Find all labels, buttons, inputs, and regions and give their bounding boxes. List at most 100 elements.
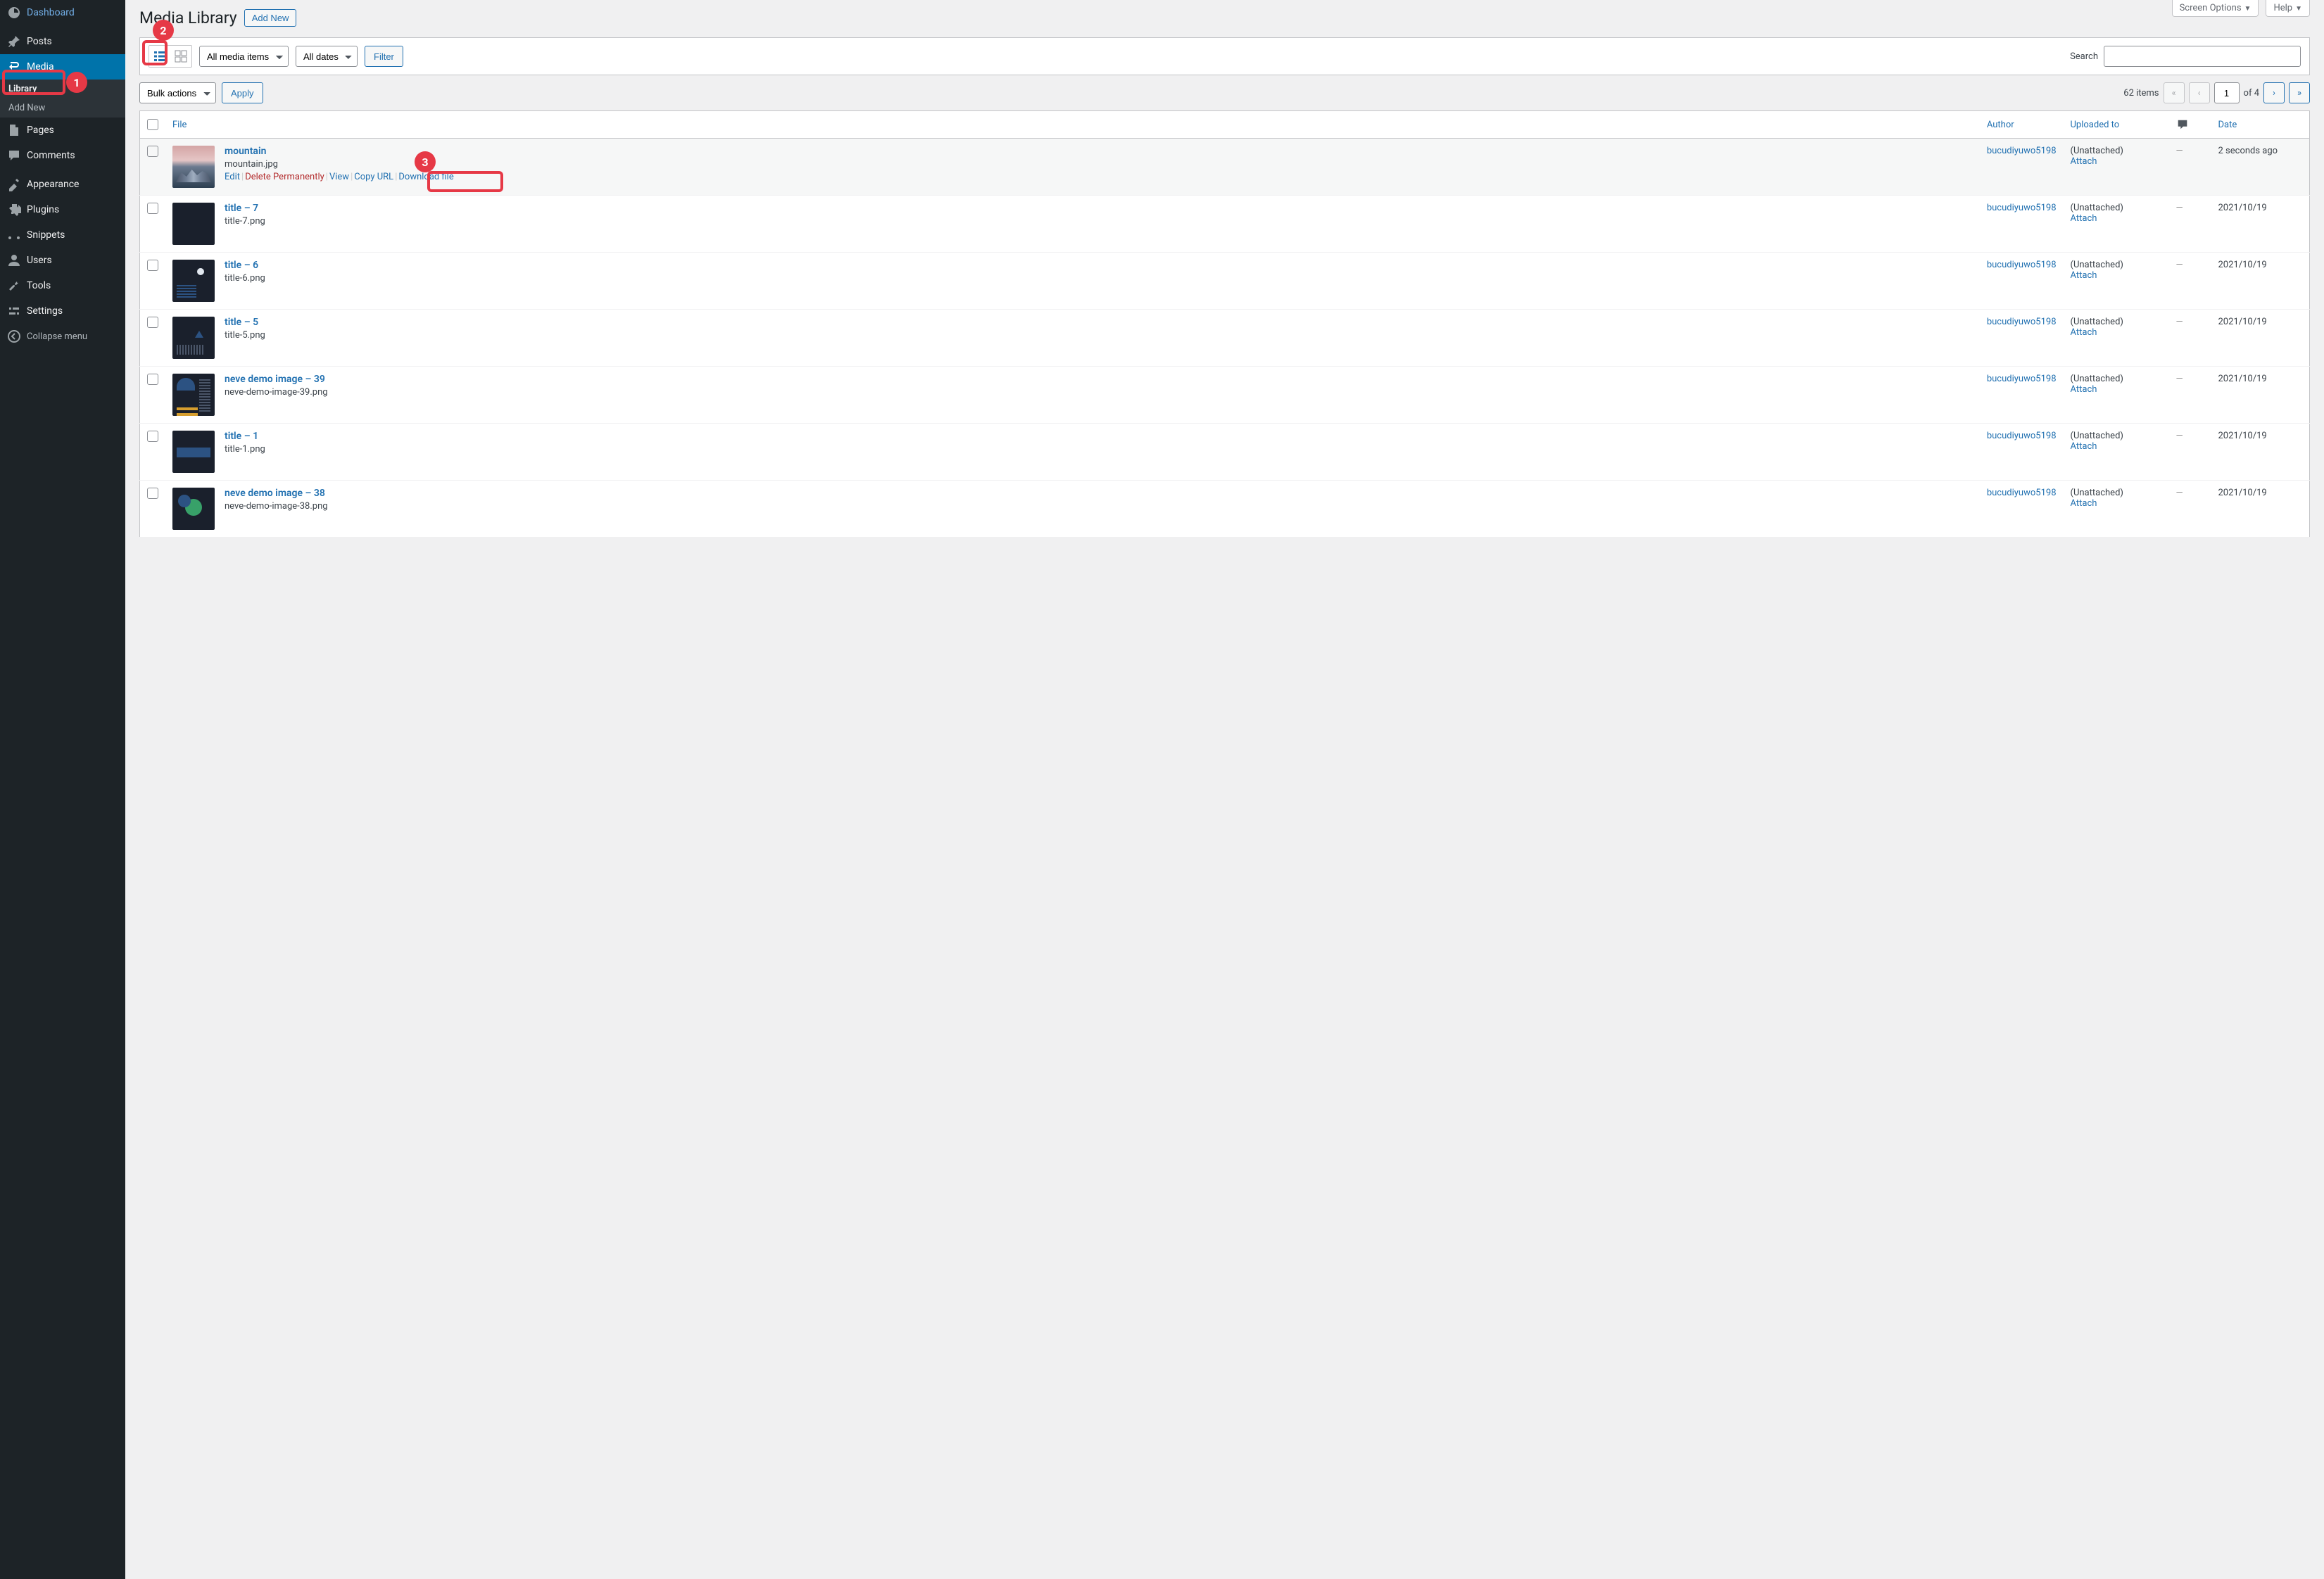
author-link[interactable]: bucudiyuwo5198 [1987,203,2057,213]
filter-button[interactable]: Filter [365,46,403,67]
sidebar-sub-library[interactable]: Library [0,80,125,99]
attach-link[interactable]: Attach [2071,270,2097,281]
media-thumbnail[interactable] [172,203,215,245]
page-input[interactable] [2214,82,2240,103]
col-file[interactable]: File [165,111,1980,139]
sidebar-item-media[interactable]: Media [0,54,125,80]
apply-button[interactable]: Apply [222,82,263,103]
author-link[interactable]: bucudiyuwo5198 [1987,317,2057,327]
media-thumbnail[interactable] [172,146,215,188]
media-icon [7,60,21,74]
attach-link[interactable]: Attach [2071,498,2097,509]
sidebar-item-tools[interactable]: Tools [0,273,125,298]
prev-page-button[interactable]: ‹ [2189,82,2210,103]
file-title-link[interactable]: neve demo image – 39 [225,374,328,385]
edit-link[interactable]: Edit [225,172,240,182]
media-thumbnail[interactable] [172,488,215,530]
attach-link[interactable]: Attach [2071,384,2097,395]
admin-sidebar: 1 Dashboard Posts Media Library Add New … [0,0,125,1579]
sidebar-label-comments: Comments [27,150,75,161]
bulk-actions-select[interactable]: Bulk actions [139,82,216,103]
sidebar-item-pages[interactable]: Pages [0,118,125,143]
file-title-link[interactable]: title – 6 [225,260,265,271]
sidebar-item-users[interactable]: Users [0,248,125,273]
add-new-button[interactable]: Add New [244,9,297,27]
col-date[interactable]: Date [2211,111,2310,139]
author-link[interactable]: bucudiyuwo5198 [1987,431,2057,441]
row-checkbox[interactable] [147,488,158,499]
media-thumbnail[interactable] [172,317,215,359]
media-thumbnail[interactable] [172,374,215,416]
sidebar-collapse[interactable]: Collapse menu [0,324,125,349]
view-toggle [149,45,192,68]
file-title-link[interactable]: title – 5 [225,317,265,328]
row-checkbox[interactable] [147,146,158,157]
download-file-link[interactable]: Download file [398,172,453,182]
snippets-icon [7,228,21,242]
unattached-label: (Unattached) [2071,203,2123,213]
media-thumbnail[interactable] [172,431,215,473]
row-checkbox[interactable] [147,317,158,328]
row-checkbox[interactable] [147,260,158,271]
row-checkbox[interactable] [147,374,158,385]
help-tab[interactable]: Help▼ [2266,0,2310,17]
date-value: 2021/10/19 [2218,317,2267,327]
file-title-link[interactable]: title – 1 [225,431,265,442]
sidebar-label-dashboard: Dashboard [27,7,75,18]
row-checkbox[interactable] [147,431,158,442]
sidebar-item-plugins[interactable]: Plugins [0,197,125,222]
dates-select[interactable]: All dates [296,46,358,67]
sidebar-item-snippets[interactable]: Snippets [0,222,125,248]
author-link[interactable]: bucudiyuwo5198 [1987,146,2057,156]
page-heading: Media Library Add New [139,0,2310,37]
page-of-label: of 4 [2244,88,2259,99]
file-name: title-5.png [225,330,265,341]
date-value: 2 seconds ago [2218,146,2278,156]
sidebar-item-posts[interactable]: Posts [0,29,125,54]
media-type-select[interactable]: All media items [199,46,289,67]
file-title-link[interactable]: title – 7 [225,203,265,214]
view-link[interactable]: View [329,172,349,182]
no-comments: — [2176,260,2183,270]
col-comments[interactable] [2169,111,2211,139]
media-thumbnail[interactable] [172,260,215,302]
attach-link[interactable]: Attach [2071,213,2097,224]
first-page-button[interactable]: « [2164,82,2185,103]
attach-link[interactable]: Attach [2071,441,2097,452]
last-page-button[interactable]: » [2289,82,2310,103]
appearance-icon [7,177,21,191]
file-title-link[interactable]: neve demo image – 38 [225,488,328,499]
sidebar-media-submenu: Library Add New [0,80,125,118]
col-author[interactable]: Author [1980,111,2064,139]
collapse-icon [7,329,21,343]
author-link[interactable]: bucudiyuwo5198 [1987,260,2057,270]
delete-link[interactable]: Delete Permanently [245,172,324,182]
sidebar-item-settings[interactable]: Settings [0,298,125,324]
attach-link[interactable]: Attach [2071,327,2097,338]
col-uploaded-to[interactable]: Uploaded to [2064,111,2169,139]
sidebar-label-pages: Pages [27,125,54,136]
grid-view-button[interactable] [170,46,191,67]
users-icon [7,253,21,267]
copy-url-link[interactable]: Copy URL [354,172,393,182]
table-row: neve demo image – 39neve-demo-image-39.p… [140,367,2310,424]
row-checkbox[interactable] [147,203,158,214]
sidebar-item-comments[interactable]: Comments [0,143,125,168]
author-link[interactable]: bucudiyuwo5198 [1987,488,2057,498]
author-link[interactable]: bucudiyuwo5198 [1987,374,2057,384]
search-input[interactable] [2104,46,2301,67]
row-actions: Edit|Delete Permanently|View|Copy URL|Do… [225,172,454,182]
unattached-label: (Unattached) [2071,431,2123,441]
unattached-label: (Unattached) [2071,374,2123,384]
attach-link[interactable]: Attach [2071,156,2097,167]
screen-options-tab[interactable]: Screen Options▼ [2172,0,2259,17]
sidebar-item-dashboard[interactable]: Dashboard [0,0,125,25]
next-page-button[interactable]: › [2263,82,2285,103]
pagination: 62 items « ‹ of 4 › » [2123,82,2310,103]
file-name: title-7.png [225,216,265,227]
sidebar-label-media: Media [27,61,54,72]
sidebar-item-appearance[interactable]: Appearance [0,172,125,197]
list-view-button[interactable] [149,46,170,67]
sidebar-sub-addnew[interactable]: Add New [0,99,125,118]
select-all-checkbox[interactable] [147,119,158,130]
